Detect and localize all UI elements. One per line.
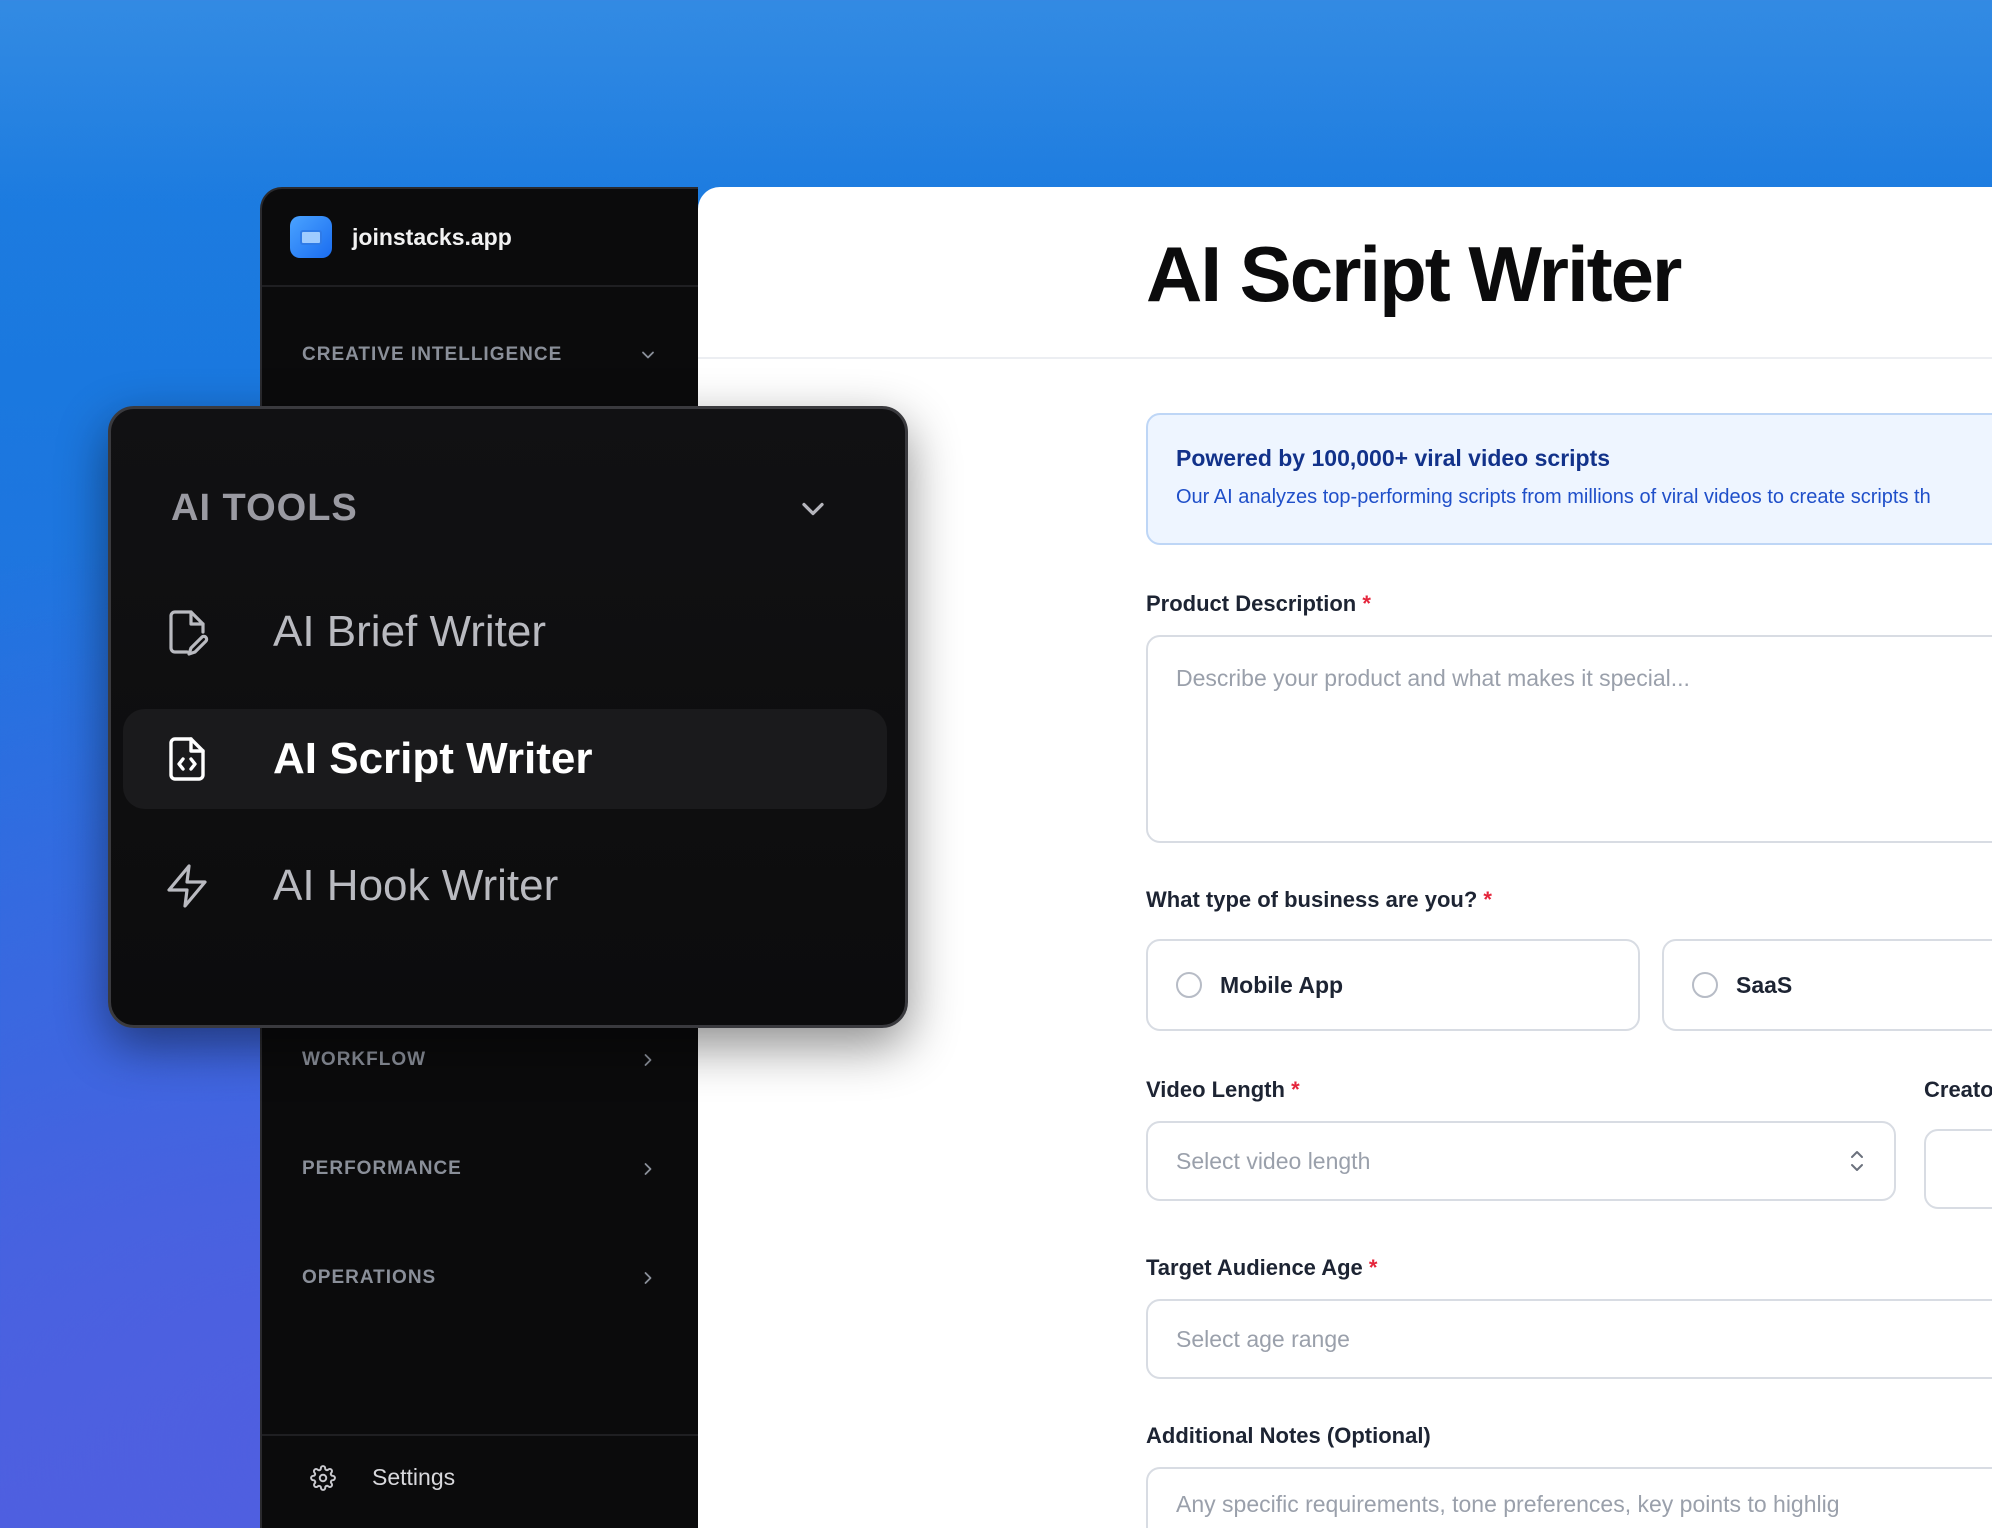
additional-notes-placeholder: Any specific requirements, tone preferen…: [1176, 1491, 1840, 1517]
audience-age-select[interactable]: Select age range: [1146, 1299, 1992, 1379]
sidebar-section-workflow[interactable]: WORKFLOW: [302, 1049, 658, 1071]
chevron-right-icon: [644, 1163, 652, 1175]
menu-item-ai-script-writer[interactable]: AI Script Writer: [123, 709, 887, 809]
sidebar-section-label: CREATIVE INTELLIGENCE: [302, 344, 563, 365]
sidebar-section-creative-intelligence[interactable]: CREATIVE INTELLIGENCE: [302, 344, 658, 366]
business-type-label: What type of business are you? *: [1146, 887, 1492, 912]
chevron-right-icon: [644, 1054, 652, 1066]
zap-icon: [167, 864, 207, 908]
sidebar-section-label: OPERATIONS: [302, 1267, 437, 1288]
radio-button[interactable]: [1176, 972, 1202, 998]
audience-age-placeholder: Select age range: [1176, 1325, 1350, 1352]
file-code-icon: [169, 737, 205, 781]
ai-tools-popover: AI TOOLS AI Brief Writer AI Script Write…: [108, 406, 908, 1028]
additional-notes-textarea[interactable]: Any specific requirements, tone preferen…: [1146, 1467, 1992, 1528]
sidebar-header: joinstacks.app: [262, 189, 698, 287]
product-description-textarea[interactable]: Describe your product and what makes it …: [1146, 635, 1992, 843]
sidebar-section-performance[interactable]: PERFORMANCE: [302, 1158, 658, 1180]
chevron-down-icon: [642, 351, 654, 359]
radio-button[interactable]: [1692, 972, 1718, 998]
ai-tools-header[interactable]: AI TOOLS: [171, 487, 831, 530]
sidebar-section-label: WORKFLOW: [302, 1049, 427, 1070]
product-description-label: Product Description *: [1146, 591, 1371, 616]
required-marker: *: [1368, 1255, 1378, 1280]
chevron-down-icon: [802, 502, 824, 515]
creator-select[interactable]: [1924, 1129, 1992, 1209]
page-header: AI Script Writer: [698, 187, 1992, 359]
chevron-up-down-icon: [1851, 1151, 1863, 1171]
business-option-label: SaaS: [1736, 971, 1793, 998]
menu-item-label: AI Script Writer: [273, 734, 593, 783]
video-length-select[interactable]: Select video length: [1146, 1121, 1896, 1201]
additional-notes-label: Additional Notes (Optional): [1146, 1423, 1431, 1448]
settings-label: Settings: [372, 1464, 456, 1490]
required-marker: *: [1291, 1077, 1300, 1102]
required-marker: *: [1483, 887, 1492, 912]
business-option-label: Mobile App: [1220, 971, 1344, 998]
info-banner-text: Our AI analyzes top-performing scripts f…: [1176, 486, 1931, 508]
video-length-placeholder: Select video length: [1176, 1147, 1371, 1174]
audience-age-label: Target Audience Age *: [1146, 1255, 1378, 1280]
sidebar-section-operations[interactable]: OPERATIONS: [302, 1267, 658, 1289]
menu-item-ai-hook-writer[interactable]: AI Hook Writer: [123, 836, 887, 936]
required-marker: *: [1362, 591, 1371, 616]
app-name: joinstacks.app: [352, 223, 512, 250]
product-description-placeholder: Describe your product and what makes it …: [1176, 665, 1690, 691]
business-option-mobile-app[interactable]: Mobile App: [1146, 939, 1640, 1031]
app-logo-icon[interactable]: [290, 216, 332, 258]
info-banner: Powered by 100,000+ viral video scripts …: [1146, 413, 1992, 545]
business-option-saas[interactable]: SaaS: [1662, 939, 1992, 1031]
creator-label: Creato: [1924, 1077, 1992, 1102]
background-glow: [0, 0, 1992, 200]
menu-item-label: AI Hook Writer: [273, 861, 559, 910]
video-length-label: Video Length *: [1146, 1077, 1300, 1102]
info-banner-title: Powered by 100,000+ viral video scripts: [1176, 445, 1611, 471]
gear-icon: [310, 1464, 336, 1491]
chevron-right-icon: [644, 1272, 652, 1284]
settings-link[interactable]: Settings: [310, 1464, 455, 1491]
file-pen-icon: [169, 610, 209, 656]
sidebar-footer: Settings: [262, 1434, 698, 1528]
menu-item-ai-brief-writer[interactable]: AI Brief Writer: [123, 582, 887, 682]
ai-tools-title: AI TOOLS: [171, 487, 358, 529]
sidebar-section-label: PERFORMANCE: [302, 1158, 462, 1179]
page-title: AI Script Writer: [1146, 230, 1682, 318]
menu-item-label: AI Brief Writer: [273, 607, 547, 656]
